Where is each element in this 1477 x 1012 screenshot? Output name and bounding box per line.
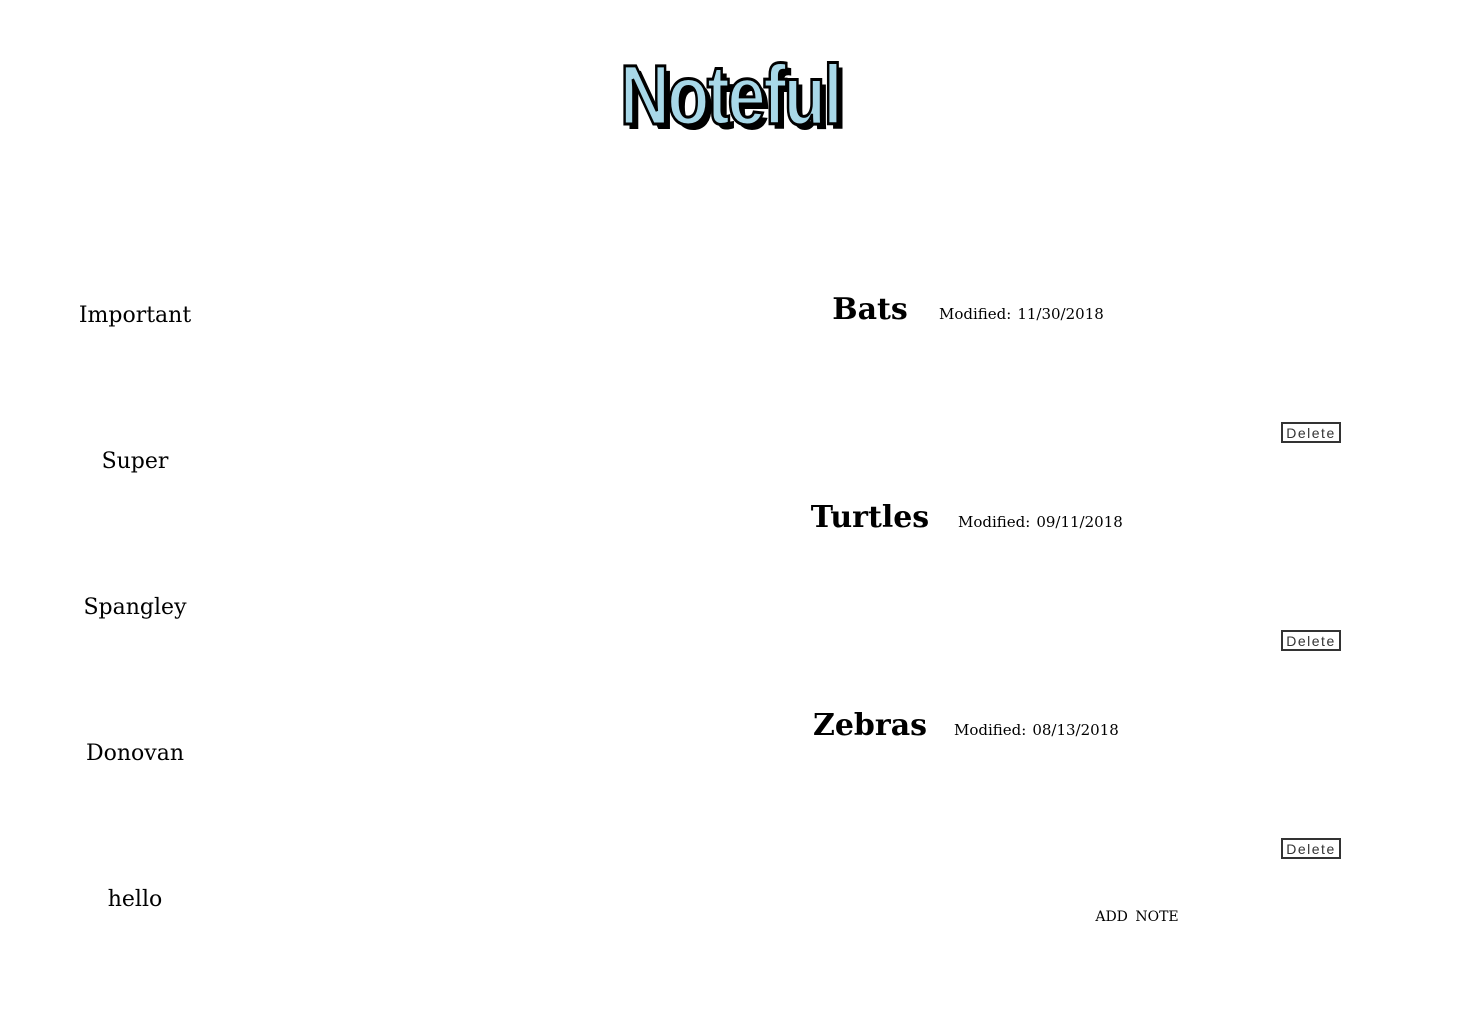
note-modified: Modified: 11/30/2018: [939, 302, 1104, 326]
delete-note-button[interactable]: Delete: [1281, 422, 1341, 443]
folder-item[interactable]: Super: [0, 416, 270, 562]
folder-link-important[interactable]: Important: [79, 303, 191, 328]
delete-note-button[interactable]: Delete: [1281, 630, 1341, 651]
modified-label: Modified:: [954, 721, 1027, 739]
folder-item[interactable]: hello: [0, 854, 270, 1000]
note-modified: Modified: 08/13/2018: [954, 718, 1119, 742]
folder-link-hello[interactable]: hello: [108, 887, 163, 912]
note-title-link[interactable]: Turtles: [811, 500, 929, 535]
folder-item[interactable]: Important: [0, 270, 270, 416]
folder-link-spangley[interactable]: Spangley: [83, 595, 186, 620]
note-title-link[interactable]: Zebras: [813, 708, 927, 743]
app-header: Noteful: [0, 0, 1477, 170]
folder-link-donovan[interactable]: Donovan: [86, 741, 184, 766]
folder-link-super[interactable]: Super: [102, 449, 169, 474]
note-card-zebras: Zebras Modified: 08/13/2018 Delete: [760, 686, 1400, 894]
add-note-button[interactable]: ADD NOTE: [1090, 904, 1184, 930]
note-card-bats: Bats Modified: 11/30/2018 Delete: [760, 270, 1400, 478]
folder-item[interactable]: Donovan: [0, 708, 270, 854]
modified-date: 08/13/2018: [1032, 721, 1119, 739]
folder-item[interactable]: Spangley: [0, 562, 270, 708]
app-logo: Noteful: [619, 40, 844, 150]
note-modified: Modified: 09/11/2018: [958, 510, 1123, 534]
note-title-link[interactable]: Bats: [832, 292, 908, 327]
modified-date: 09/11/2018: [1036, 513, 1123, 531]
modified-label: Modified:: [958, 513, 1031, 531]
modified-date: 11/30/2018: [1017, 305, 1104, 323]
note-card-turtles: Turtles Modified: 09/11/2018 Delete: [760, 478, 1400, 686]
modified-label: Modified:: [939, 305, 1012, 323]
note-list: Bats Modified: 11/30/2018 Delete Turtles …: [760, 270, 1400, 894]
note-title: Zebras: [760, 706, 980, 746]
delete-note-button[interactable]: Delete: [1281, 838, 1341, 859]
folder-list: Important Super Spangley Donovan hello: [0, 270, 270, 1000]
app-title-link[interactable]: Noteful: [619, 47, 844, 144]
note-title: Turtles: [760, 498, 980, 538]
